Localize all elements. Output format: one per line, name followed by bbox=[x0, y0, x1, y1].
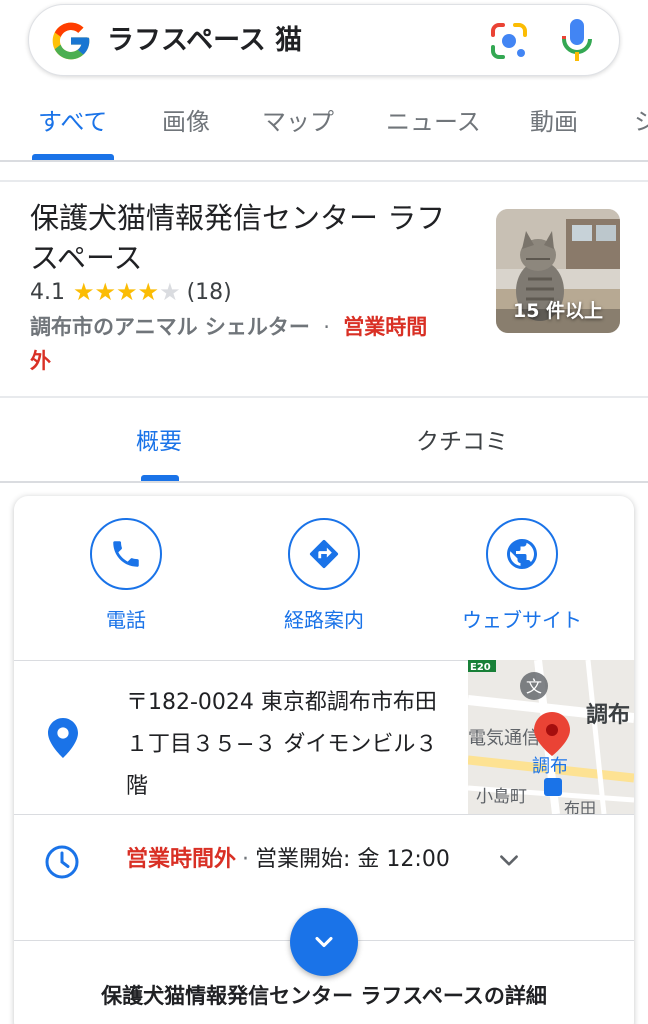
star-icon: ★ bbox=[116, 278, 138, 306]
separator: · bbox=[323, 315, 330, 339]
tab-videos[interactable]: 動画 bbox=[530, 98, 578, 146]
globe-icon bbox=[507, 539, 537, 569]
tab-all[interactable]: すべて bbox=[38, 98, 107, 146]
google-lens-icon[interactable] bbox=[485, 17, 533, 65]
chevron-down-icon bbox=[315, 936, 333, 948]
hours-summary[interactable]: 営業時間外 · 営業開始: 金 12:00 bbox=[126, 842, 450, 878]
call-label: 電話 bbox=[106, 608, 146, 632]
google-g-icon bbox=[52, 22, 90, 60]
tab-maps[interactable]: マップ bbox=[262, 98, 334, 146]
tab-news[interactable]: ニュース bbox=[386, 98, 481, 146]
tab-reviews[interactable]: クチコミ bbox=[416, 424, 508, 460]
place-photo[interactable]: 15 件以上 bbox=[496, 209, 620, 333]
website-circle[interactable] bbox=[486, 518, 558, 590]
category-label: 調布市のアニマル シェルター bbox=[30, 315, 310, 339]
directions-label: 経路案内 bbox=[284, 608, 364, 632]
hours-status: 営業時間外 bbox=[126, 847, 237, 872]
divider bbox=[0, 180, 648, 182]
directions-icon bbox=[309, 539, 339, 569]
map-label-station: 調布 bbox=[532, 756, 568, 777]
star-icon: ★ bbox=[73, 278, 95, 306]
details-link[interactable]: 保護犬猫情報発信センター ラフスペースの詳細 bbox=[14, 980, 634, 1010]
separator: · bbox=[242, 847, 250, 872]
chevron-down-icon[interactable] bbox=[496, 848, 522, 874]
star-icon: ★ bbox=[159, 278, 181, 306]
map-label-area2: 小島町 bbox=[476, 787, 527, 807]
hours-opening: 営業開始: 金 12:00 bbox=[255, 847, 450, 872]
tab-shopping[interactable]: シ bbox=[634, 98, 648, 146]
star-icon: ★ bbox=[137, 278, 160, 306]
search-query[interactable]: ラフスペース 猫 bbox=[107, 21, 302, 61]
rating-stars: ★ ★ ★ ★ ★ bbox=[73, 280, 181, 304]
school-icon: 文 bbox=[526, 677, 542, 696]
search-tabs: すべて 画像 マップ ニュース 動画 シ bbox=[0, 98, 648, 158]
directions-circle[interactable] bbox=[288, 518, 360, 590]
place-rating[interactable]: 4.1 ★ ★ ★ ★ ★ (18) bbox=[30, 277, 232, 307]
map-label-chofu: 調布 bbox=[586, 702, 630, 728]
location-pin-icon bbox=[48, 718, 78, 758]
call-button[interactable]: 電話 bbox=[36, 518, 216, 633]
map-thumbnail[interactable]: E20 文 電気通信大 調布 調布 小島町 布田 bbox=[468, 660, 634, 814]
tab-images[interactable]: 画像 bbox=[162, 98, 210, 146]
rating-value: 4.1 bbox=[30, 279, 65, 305]
place-category: 調布市のアニマル シェルター · 営業時間外 bbox=[30, 310, 440, 378]
address-text[interactable]: 〒182-0024 東京都調布市布田１丁目３５−３ ダイモンビル３階 bbox=[126, 682, 456, 808]
directions-button[interactable]: 経路案内 bbox=[234, 518, 414, 633]
photo-count: 15 件以上 bbox=[512, 300, 604, 322]
microphone-icon[interactable] bbox=[557, 15, 597, 67]
call-circle[interactable] bbox=[90, 518, 162, 590]
review-count[interactable]: (18) bbox=[187, 280, 232, 305]
website-button[interactable]: ウェブサイト bbox=[432, 518, 612, 633]
tab-overview[interactable]: 概要 bbox=[136, 424, 182, 460]
website-label: ウェブサイト bbox=[462, 608, 582, 632]
star-icon: ★ bbox=[94, 278, 117, 306]
clock-icon bbox=[45, 845, 79, 879]
phone-icon bbox=[113, 541, 139, 567]
expand-details-button[interactable] bbox=[290, 908, 358, 976]
divider bbox=[0, 396, 648, 398]
divider bbox=[14, 814, 634, 815]
map-route-label: E20 bbox=[470, 662, 491, 673]
map-label-bottom: 布田 bbox=[564, 799, 596, 814]
divider bbox=[0, 481, 648, 483]
map-image: E20 文 電気通信大 調布 調布 小島町 布田 bbox=[468, 660, 634, 814]
search-bar[interactable]: ラフスペース 猫 bbox=[28, 4, 620, 76]
place-card: 電話 経路案内 ウェブサイト 〒182-0024 東京都調布市布田１丁目３５−３… bbox=[14, 496, 634, 1024]
divider bbox=[0, 160, 648, 162]
place-title: 保護犬猫情報発信センター ラフスペース bbox=[30, 201, 446, 275]
